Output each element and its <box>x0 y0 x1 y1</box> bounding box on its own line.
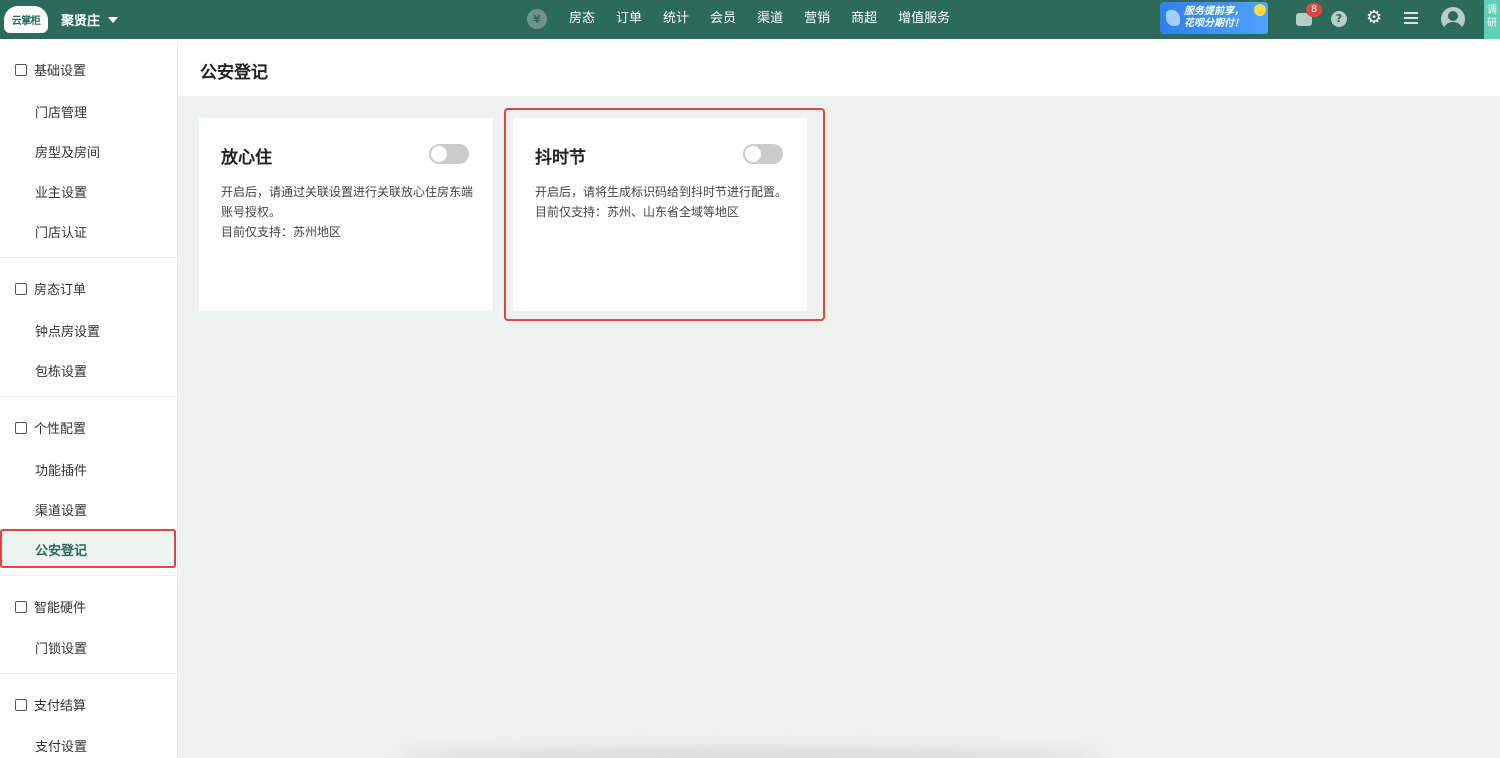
menu-icon[interactable] <box>1404 12 1418 27</box>
message-count-badge: 8 <box>1306 3 1322 17</box>
divider <box>0 396 177 397</box>
sidebar-item-door-lock[interactable]: 门锁设置 <box>35 638 87 657</box>
sidebar-group-basic[interactable]: 基础设置 <box>15 60 86 79</box>
store-switcher[interactable]: 聚贤庄 <box>61 10 119 29</box>
divider <box>0 673 177 674</box>
nav-orders[interactable]: 订单 <box>616 8 642 30</box>
sidebar-item-police-registration[interactable]: 公安登记 <box>35 540 87 559</box>
sidebar-group-smart-hardware[interactable]: 智能硬件 <box>15 597 86 616</box>
banner-line-2: 花呗分期付！ <box>1184 18 1244 29</box>
toggle-knob <box>431 146 447 162</box>
sidebar-item-room-types[interactable]: 房型及房间 <box>35 142 100 161</box>
mascot-icon <box>1166 10 1180 26</box>
sidebar-item-channel-settings[interactable]: 渠道设置 <box>35 500 87 519</box>
gear-icon[interactable]: ⚙ <box>1366 8 1382 28</box>
sidebar: 基础设置 门店管理 房型及房间 业主设置 门店认证 房态订单 钟点房设置 包栋设… <box>0 39 178 758</box>
divider <box>0 257 177 258</box>
card-desc-line-1: 开启后，请通过关联设置进行关联放心住房东端账号授权。 <box>221 185 474 219</box>
promo-banner[interactable]: 服务提前享， 花呗分期付！ <box>1160 2 1268 34</box>
bottom-shadow <box>400 748 1100 758</box>
sidebar-group-custom-config[interactable]: 个性配置 <box>15 418 86 437</box>
help-icon[interactable]: ? <box>1331 11 1347 27</box>
nav-statistics[interactable]: 统计 <box>663 8 689 30</box>
calendar-icon <box>15 282 27 295</box>
avatar[interactable] <box>1441 7 1465 31</box>
page-header: 公安登记 <box>178 39 1500 96</box>
sidebar-item-hourly-room[interactable]: 钟点房设置 <box>35 321 100 340</box>
nav-marketing[interactable]: 营销 <box>804 8 830 30</box>
nav-store[interactable]: 商超 <box>851 8 877 30</box>
brand-logo[interactable]: 云掌柜 <box>4 6 48 33</box>
nav-room-status[interactable]: 房态 <box>569 8 595 30</box>
survey-tab[interactable]: 调研 <box>1484 0 1500 39</box>
sidebar-item-active-highlight <box>0 529 176 568</box>
sidebar-item-store-certification[interactable]: 门店认证 <box>35 222 87 241</box>
divider <box>0 575 177 576</box>
card-title: 放心住 <box>221 148 272 168</box>
store-name: 聚贤庄 <box>61 14 101 29</box>
sidebar-item-whole-building[interactable]: 包栋设置 <box>35 361 87 380</box>
card-description: 开启后，请通过关联设置进行关联放心住房东端账号授权。 目前仅支持：苏州地区 <box>221 182 479 242</box>
integration-card-fangxinzhu: 放心住 开启后，请通过关联设置进行关联放心住房东端账号授权。 目前仅支持：苏州地… <box>199 118 493 311</box>
card-highlight-outline <box>504 108 825 321</box>
nav-members[interactable]: 会员 <box>710 8 736 30</box>
payment-icon <box>15 698 27 711</box>
nav-value-added[interactable]: 增值服务 <box>898 8 950 30</box>
sidebar-item-payment-settings[interactable]: 支付设置 <box>35 736 87 755</box>
sidebar-item-plugins[interactable]: 功能插件 <box>35 460 87 479</box>
caret-down-icon <box>108 17 119 23</box>
sidebar-item-store-management[interactable]: 门店管理 <box>35 102 87 121</box>
sidebar-item-owner-settings[interactable]: 业主设置 <box>35 182 87 201</box>
coin-icon <box>1254 4 1266 16</box>
yen-icon[interactable]: ¥ <box>527 9 547 29</box>
home-icon <box>15 63 27 76</box>
page-title: 公安登记 <box>200 63 268 83</box>
card-desc-line-2: 目前仅支持：苏州地区 <box>221 225 342 239</box>
top-bar: 云掌柜 聚贤庄 ¥ 房态 订单 统计 会员 渠道 营销 商超 增值服务 服务提前… <box>0 0 1500 39</box>
sidebar-group-payment[interactable]: 支付结算 <box>15 695 86 714</box>
config-icon <box>15 421 27 434</box>
main-nav: ¥ 房态 订单 统计 会员 渠道 营销 商超 增值服务 <box>527 8 971 30</box>
enable-toggle[interactable] <box>429 144 469 164</box>
device-icon <box>15 600 27 613</box>
sidebar-group-room-orders[interactable]: 房态订单 <box>15 279 86 298</box>
nav-channels[interactable]: 渠道 <box>757 8 783 30</box>
